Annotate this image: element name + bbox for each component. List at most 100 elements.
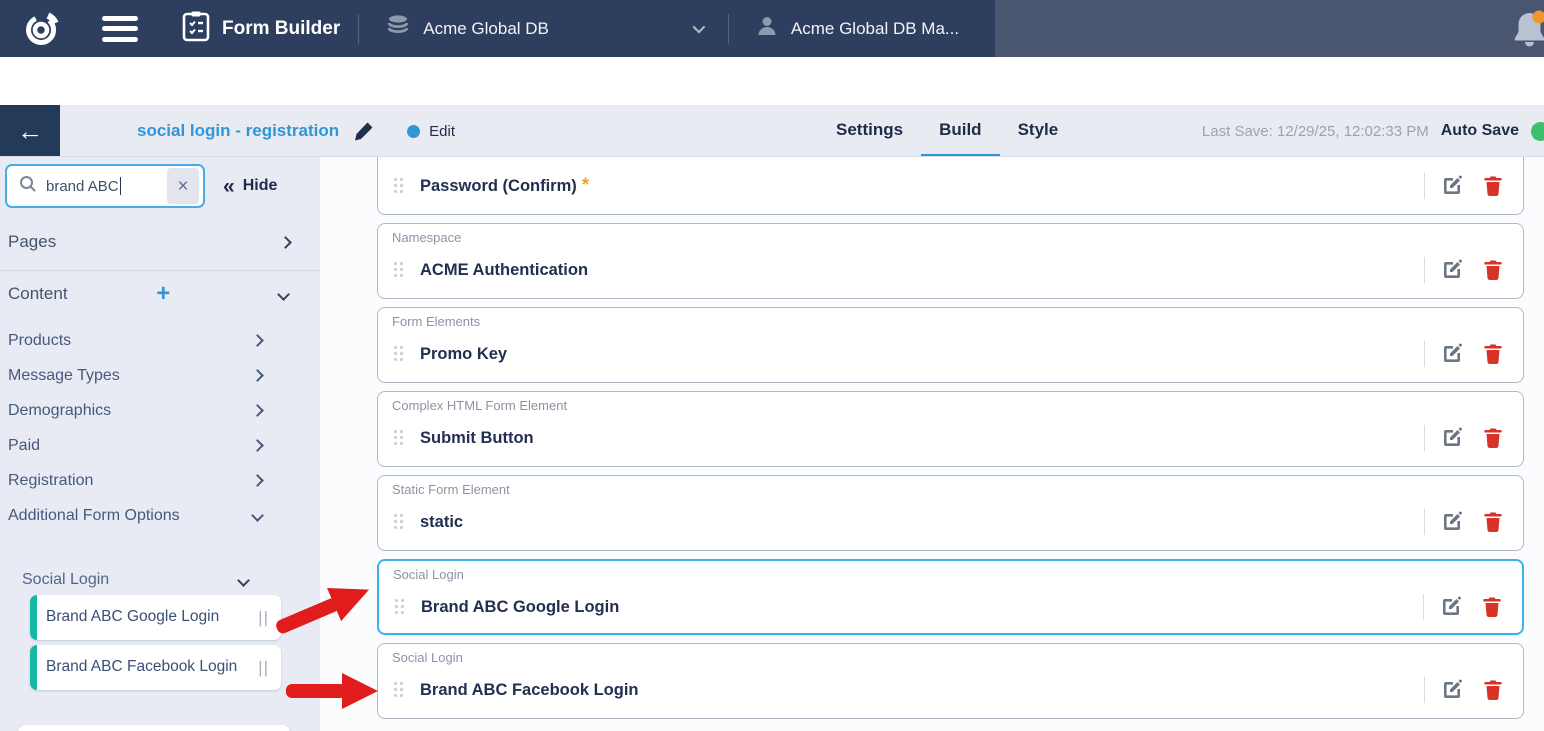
draggable-element-google-login[interactable]: Brand ABC Google Login || — [30, 595, 281, 640]
search-input[interactable]: brand ABC × — [5, 164, 205, 208]
hide-sidebar-button[interactable]: « Hide — [223, 176, 277, 197]
sidebar-item-pages[interactable]: Pages — [0, 224, 320, 260]
partial-element-chip — [18, 725, 290, 731]
sidebar-section-content[interactable]: Content + — [0, 271, 320, 317]
sidebar-item-paid[interactable]: Paid — [0, 428, 320, 463]
sidebar-item-message-types[interactable]: Message Types — [0, 358, 320, 393]
element-name: static — [420, 513, 463, 532]
sidebar-section-social-login[interactable]: Social Login — [0, 565, 320, 595]
delete-element-icon[interactable] — [1483, 427, 1503, 449]
tab-settings[interactable]: Settings — [818, 105, 921, 157]
auto-save-toggle[interactable] — [1531, 122, 1544, 141]
element-name: Brand ABC Facebook Login — [420, 681, 638, 700]
delete-element-icon[interactable] — [1483, 259, 1503, 281]
hide-label: Hide — [243, 177, 278, 195]
navbar-divider — [358, 14, 359, 44]
card-action-divider — [1424, 509, 1425, 535]
project-selector-dropdown[interactable]: Acme Global DB — [377, 13, 710, 44]
category-label: Additional Form Options — [8, 507, 180, 525]
drag-handle-icon[interactable] — [394, 178, 404, 194]
navbar-divider — [728, 14, 729, 44]
card-action-divider — [1424, 173, 1425, 199]
form-element-card-submit-button[interactable]: Complex HTML Form Element Submit Button — [377, 391, 1524, 467]
chevron-right-icon — [251, 439, 264, 452]
clipboard-icon — [182, 10, 210, 48]
navbar-left-group: Form Builder Acme Global DB — [0, 0, 1014, 57]
card-type-label: Complex HTML Form Element — [378, 392, 1523, 416]
sidebar-search-row: brand ABC × « Hide — [0, 157, 320, 208]
sidebar-item-demographics[interactable]: Demographics — [0, 393, 320, 428]
menu-hamburger-icon[interactable] — [102, 16, 138, 42]
card-type-label: Social Login — [378, 644, 1523, 668]
drag-handle-icon[interactable] — [395, 599, 405, 615]
element-name: Password (Confirm) — [420, 177, 577, 196]
edit-title-pencil-icon[interactable] — [353, 120, 375, 142]
form-element-card-facebook-login[interactable]: Social Login Brand ABC Facebook Login — [377, 643, 1524, 719]
chevron-down-icon — [692, 21, 705, 34]
search-input-value: brand ABC — [46, 178, 119, 195]
element-name: Submit Button — [420, 429, 534, 448]
add-content-icon[interactable]: + — [156, 282, 170, 306]
database-icon — [385, 13, 411, 44]
app-logo-icon[interactable] — [22, 9, 62, 49]
edit-element-icon[interactable] — [1440, 596, 1462, 618]
card-action-divider — [1424, 425, 1425, 451]
form-title[interactable]: social login - registration — [137, 121, 339, 141]
content-top-spacer — [0, 57, 1544, 105]
sidebar-item-products[interactable]: Products — [0, 323, 320, 358]
edit-element-icon[interactable] — [1441, 511, 1463, 533]
category-label: Paid — [8, 437, 40, 455]
back-button[interactable]: ← — [0, 105, 60, 157]
delete-element-icon[interactable] — [1483, 175, 1503, 197]
edit-element-icon[interactable] — [1441, 175, 1463, 197]
user-selector-dropdown[interactable]: Acme Global DB Ma... — [747, 14, 1014, 43]
category-label: Products — [8, 332, 71, 350]
drag-handle-icon[interactable] — [394, 514, 404, 530]
card-type-label — [378, 157, 1523, 164]
drag-bars-icon[interactable]: || — [258, 658, 269, 678]
card-action-divider — [1424, 257, 1425, 283]
sidebar-item-registration[interactable]: Registration — [0, 463, 320, 498]
form-element-card-google-login[interactable]: Social Login Brand ABC Google Login — [377, 559, 1524, 635]
project-selector-label: Acme Global DB — [423, 19, 549, 39]
chevron-right-icon — [279, 236, 292, 249]
elements-sidebar: brand ABC × « Hide Pages Content + Produ… — [0, 157, 320, 731]
edit-element-icon[interactable] — [1441, 259, 1463, 281]
tab-build[interactable]: Build — [921, 105, 1000, 157]
card-type-label: Form Elements — [378, 308, 1523, 332]
drag-bars-icon[interactable]: || — [258, 608, 269, 628]
chevron-down-icon — [277, 288, 290, 301]
drag-handle-icon[interactable] — [394, 430, 404, 446]
form-element-card-promo-key[interactable]: Form Elements Promo Key — [377, 307, 1524, 383]
element-name: Promo Key — [420, 345, 507, 364]
drag-handle-icon[interactable] — [394, 346, 404, 362]
drag-handle-icon[interactable] — [394, 262, 404, 278]
edit-element-icon[interactable] — [1441, 343, 1463, 365]
delete-element-icon[interactable] — [1482, 596, 1502, 618]
delete-element-icon[interactable] — [1483, 343, 1503, 365]
content-category-list: Products Message Types Demographics Paid… — [0, 323, 320, 533]
drag-handle-icon[interactable] — [394, 682, 404, 698]
sidebar-item-additional-form-options[interactable]: Additional Form Options — [0, 498, 320, 533]
save-status-group: Last Save: 12/29/25, 12:02:33 PM Auto Sa… — [1202, 105, 1536, 157]
notification-bell-icon[interactable] — [1507, 9, 1544, 56]
delete-element-icon[interactable] — [1483, 511, 1503, 533]
delete-element-icon[interactable] — [1483, 679, 1503, 701]
card-type-label: Static Form Element — [378, 476, 1523, 500]
form-element-card-password-confirm[interactable]: Password (Confirm) * — [377, 157, 1524, 215]
form-title-group: social login - registration Edit — [137, 105, 455, 157]
user-icon — [755, 14, 779, 43]
form-canvas: Password (Confirm) * Namespace ACME Auth… — [320, 157, 1544, 731]
card-type-label: Social Login — [379, 561, 1522, 585]
draggable-element-facebook-login[interactable]: Brand ABC Facebook Login || — [30, 645, 281, 690]
content-label: Content — [8, 284, 68, 304]
form-element-card-static[interactable]: Static Form Element static — [377, 475, 1524, 551]
edit-element-icon[interactable] — [1441, 679, 1463, 701]
clear-search-icon[interactable]: × — [167, 168, 199, 204]
card-action-divider — [1424, 341, 1425, 367]
tab-style[interactable]: Style — [1000, 105, 1077, 157]
edit-element-icon[interactable] — [1441, 427, 1463, 449]
app-body: brand ABC × « Hide Pages Content + Produ… — [0, 157, 1544, 731]
form-element-card-namespace[interactable]: Namespace ACME Authentication — [377, 223, 1524, 299]
chevron-down-icon — [237, 574, 250, 587]
